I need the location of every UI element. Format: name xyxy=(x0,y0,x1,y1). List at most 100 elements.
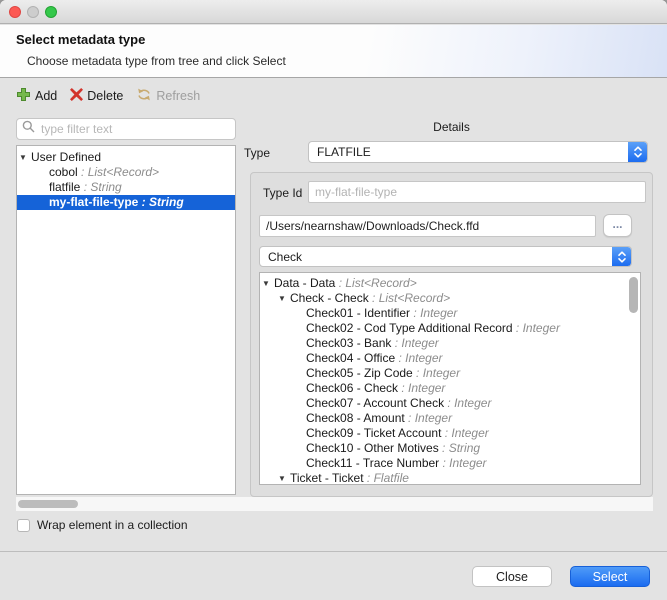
record-dropdown-value: Check xyxy=(260,250,612,264)
tree-item[interactable]: flatfile : String xyxy=(17,180,235,195)
item-name: Check04 - Office xyxy=(306,351,395,365)
dropdown-stepper-icon xyxy=(612,247,631,266)
filter-box xyxy=(16,118,236,140)
type-dropdown[interactable]: FLATFILE xyxy=(308,141,648,163)
page-title: Select metadata type xyxy=(16,32,145,47)
tree-item[interactable]: cobol : List<Record> xyxy=(17,165,235,180)
item-type: : String xyxy=(439,441,480,455)
item-name: Check09 - Ticket Account xyxy=(306,426,441,440)
item-type: : String xyxy=(138,195,183,209)
type-field-label: Type xyxy=(244,146,270,160)
add-plus-icon xyxy=(16,87,31,105)
refresh-icon xyxy=(136,87,152,105)
tree-item[interactable]: ▼Ticket - Ticket : Flatfile xyxy=(260,471,640,485)
item-type: : Integer xyxy=(395,351,442,365)
item-name: my-flat-file-type xyxy=(49,195,138,209)
footer-divider xyxy=(0,551,667,552)
close-window-button[interactable] xyxy=(9,6,21,18)
item-name: Check06 - Check xyxy=(306,381,398,395)
refresh-button: Refresh xyxy=(136,87,200,105)
item-type: : List<Record> xyxy=(369,291,450,305)
delete-button-label: Delete xyxy=(87,89,123,103)
filter-input[interactable] xyxy=(39,121,230,137)
tree-item[interactable]: Check02 - Cod Type Additional Record : I… xyxy=(260,321,640,336)
item-name: Ticket - Ticket xyxy=(290,471,364,485)
item-name: Check03 - Bank xyxy=(306,336,391,350)
horizontal-scrollbar-thumb[interactable] xyxy=(18,500,78,508)
tree-item[interactable]: Check05 - Zip Code : Integer xyxy=(260,366,640,381)
item-name: Check08 - Amount xyxy=(306,411,405,425)
vertical-scrollbar-thumb[interactable] xyxy=(629,277,638,313)
tree-item[interactable]: ▼User Defined xyxy=(17,150,235,165)
tree-item[interactable]: ▼Data - Data : List<Record> xyxy=(260,276,640,291)
zoom-window-button[interactable] xyxy=(45,6,57,18)
item-name: Check02 - Cod Type Additional Record xyxy=(306,321,513,335)
item-type: : List<Record> xyxy=(78,165,159,179)
close-button[interactable]: Close xyxy=(472,566,552,587)
type-id-label: Type Id xyxy=(263,186,302,200)
refresh-button-label: Refresh xyxy=(156,89,200,103)
delete-x-icon xyxy=(70,88,83,104)
title-bar xyxy=(0,0,667,24)
item-name: Check10 - Other Motives xyxy=(306,441,439,455)
item-name: Check07 - Account Check xyxy=(306,396,444,410)
item-name: Check05 - Zip Code xyxy=(306,366,413,380)
item-type: : Integer xyxy=(441,426,488,440)
item-name: Check11 - Trace Number xyxy=(306,456,439,470)
type-id-input xyxy=(308,181,646,203)
horizontal-scrollbar[interactable] xyxy=(16,497,653,511)
item-type: : Integer xyxy=(405,411,452,425)
tree-item[interactable]: Check04 - Office : Integer xyxy=(260,351,640,366)
dialog-header: Select metadata type Choose metadata typ… xyxy=(0,25,667,78)
disclosure-triangle-icon[interactable]: ▼ xyxy=(278,291,290,306)
dropdown-stepper-icon xyxy=(628,142,647,162)
tree-item[interactable]: Check07 - Account Check : Integer xyxy=(260,396,640,411)
select-button[interactable]: Select xyxy=(570,566,650,587)
toolbar: Add Delete Refresh xyxy=(16,87,200,105)
item-name: cobol xyxy=(49,165,78,179)
wrap-collection-label: Wrap element in a collection xyxy=(37,518,188,532)
add-button-label: Add xyxy=(35,89,57,103)
item-name: User Defined xyxy=(31,150,101,164)
item-name: Check01 - Identifier xyxy=(306,306,410,320)
item-type: : Integer xyxy=(391,336,438,350)
item-type: : List<Record> xyxy=(335,276,416,290)
item-name: Check - Check xyxy=(290,291,369,305)
disclosure-triangle-icon[interactable]: ▼ xyxy=(278,471,290,485)
delete-button[interactable]: Delete xyxy=(70,88,123,104)
disclosure-triangle-icon[interactable]: ▼ xyxy=(19,150,31,165)
tree-item[interactable]: Check11 - Trace Number : Integer xyxy=(260,456,640,471)
page-subtitle: Choose metadata type from tree and click… xyxy=(27,54,286,68)
tree-item[interactable]: Check01 - Identifier : Integer xyxy=(260,306,640,321)
tree-item[interactable]: Check10 - Other Motives : String xyxy=(260,441,640,456)
record-dropdown[interactable]: Check xyxy=(259,246,632,267)
item-name: flatfile xyxy=(49,180,80,194)
item-type: : Integer xyxy=(513,321,560,335)
item-type: : Integer xyxy=(444,396,491,410)
tree-item[interactable]: Check08 - Amount : Integer xyxy=(260,411,640,426)
metadata-type-tree: ▼User Definedcobol : List<Record>flatfil… xyxy=(16,145,236,495)
tree-item[interactable]: my-flat-file-type : String xyxy=(17,195,235,210)
flatfile-details-group: Type Id ... Check ▼Data - Data : List<Re… xyxy=(250,172,653,497)
item-name: Data - Data xyxy=(274,276,335,290)
minimize-window-button[interactable] xyxy=(27,6,39,18)
item-type: : String xyxy=(80,180,121,194)
select-metadata-type-dialog: Select metadata type Choose metadata typ… xyxy=(0,0,667,600)
item-type: : Integer xyxy=(410,306,457,320)
tree-item[interactable]: ▼Check - Check : List<Record> xyxy=(260,291,640,306)
search-icon xyxy=(22,120,35,138)
tree-item[interactable]: Check09 - Ticket Account : Integer xyxy=(260,426,640,441)
tree-item[interactable]: Check03 - Bank : Integer xyxy=(260,336,640,351)
add-button[interactable]: Add xyxy=(16,87,57,105)
file-path-input[interactable] xyxy=(259,215,596,237)
item-type: : Integer xyxy=(398,381,445,395)
item-type: : Integer xyxy=(439,456,486,470)
record-structure-tree: ▼Data - Data : List<Record>▼Check - Chec… xyxy=(259,272,641,485)
wrap-collection-checkbox[interactable] xyxy=(17,519,30,532)
browse-file-button[interactable]: ... xyxy=(603,214,632,237)
tree-item[interactable]: Check06 - Check : Integer xyxy=(260,381,640,396)
item-type: : Flatfile xyxy=(364,471,409,485)
type-dropdown-value: FLATFILE xyxy=(309,145,628,159)
item-type: : Integer xyxy=(413,366,460,380)
disclosure-triangle-icon[interactable]: ▼ xyxy=(262,276,274,291)
